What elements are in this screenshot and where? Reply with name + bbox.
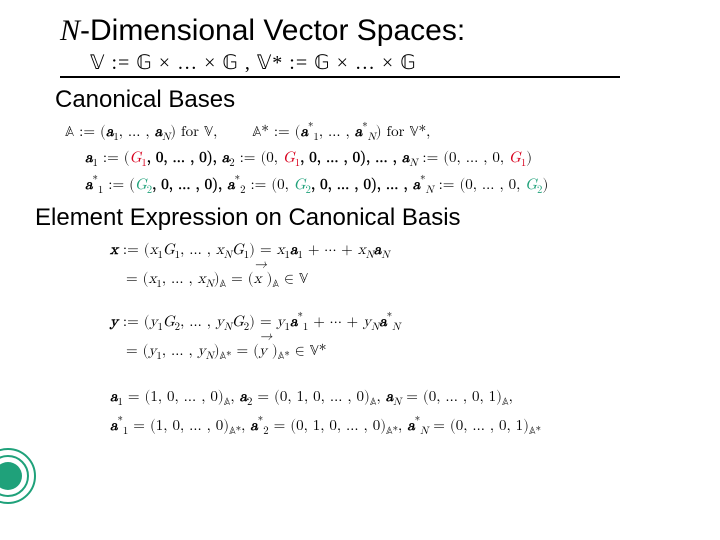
element-expression-block: x := (x1G1, … , xNG1) = x1a1 + ⋯ + xNaN … xyxy=(110,238,690,440)
title-rest: -Dimensional Vector Spaces: xyxy=(80,14,465,47)
section-canonical-bases: Canonical Bases xyxy=(55,86,690,114)
section-element-expression: Element Expression on Canonical Basis xyxy=(35,204,690,232)
title-italic-N: N xyxy=(60,14,80,47)
space-definition-line: 𝕍 := 𝔾 × … × 𝔾 , 𝕍* := 𝔾 × … × 𝔾 xyxy=(90,50,690,74)
canonical-bases-block: 𝔸 := (a1, … , aN) for 𝕍, 𝔸* := (a*1, … ,… xyxy=(65,120,690,198)
slide-title: N-Dimensional Vector Spaces: xyxy=(60,14,690,48)
title-underline xyxy=(60,76,620,78)
